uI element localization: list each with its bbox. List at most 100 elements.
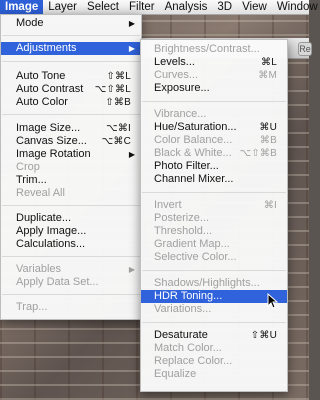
- menu-item-exposure[interactable]: Exposure...: [141, 82, 287, 95]
- menu-item-label: Photo Filter...: [154, 160, 219, 172]
- menu-item-label: Auto Color: [16, 96, 68, 108]
- menu-item-label: Crop: [16, 161, 40, 173]
- submenu-arrow-icon: ▶: [128, 265, 135, 274]
- menu-filter[interactable]: Filter: [124, 0, 160, 14]
- menu-item-desaturate[interactable]: Desaturate ⇧⌘U: [141, 329, 287, 342]
- menu-item-label: Variables: [16, 263, 62, 275]
- menu-item-label: Replace Color...: [154, 355, 233, 367]
- menu-item-match-color[interactable]: Match Color...: [141, 342, 287, 355]
- menu-item-trim[interactable]: Trim...: [1, 174, 141, 187]
- menu-item-color-balance[interactable]: Color Balance... ⌘B: [141, 134, 287, 147]
- menu-item-label: Threshold...: [154, 225, 213, 237]
- menu-view[interactable]: View: [237, 0, 272, 14]
- menu-item-hue-saturation[interactable]: Hue/Saturation... ⌘U: [141, 121, 287, 134]
- menu-item-hdr-toning[interactable]: HDR Toning...: [141, 290, 287, 303]
- menu-item-label: Calculations...: [16, 238, 86, 250]
- menu-item-reveal-all[interactable]: Reveal All: [1, 187, 141, 200]
- menu-item-label: Canvas Size...: [16, 135, 87, 147]
- menu-item-label: Trim...: [16, 174, 47, 186]
- menu-item-label: Image Size...: [16, 122, 81, 134]
- menu-item-image-size[interactable]: Image Size... ⌥⌘I: [1, 122, 141, 135]
- menu-separator: [2, 61, 140, 62]
- menu-separator: [142, 101, 286, 102]
- menu-item-label: Auto Tone: [16, 70, 66, 82]
- menu-analysis[interactable]: Analysis: [160, 0, 213, 14]
- menu-item-calculations[interactable]: Calculations...: [1, 238, 141, 251]
- mouse-pointer-icon: [267, 293, 279, 309]
- menu-item-posterize[interactable]: Posterize...: [141, 212, 287, 225]
- menu-item-crop[interactable]: Crop: [1, 161, 141, 174]
- menu-item-label: HDR Toning...: [154, 290, 223, 302]
- menu-item-apply-data-set[interactable]: Apply Data Set...: [1, 276, 141, 289]
- menu-layer[interactable]: Layer: [43, 0, 82, 14]
- menu-item-label: Auto Contrast: [16, 83, 84, 95]
- menu-item-label: Image Rotation: [16, 148, 91, 160]
- menu-item-replace-color[interactable]: Replace Color...: [141, 355, 287, 368]
- menu-item-gradient-map[interactable]: Gradient Map...: [141, 238, 287, 251]
- menu-3d[interactable]: 3D: [212, 0, 237, 14]
- image-menu: Mode ▶ Adjustments ▶ Auto Tone ⇧⌘L Auto …: [0, 14, 142, 320]
- menu-item-apply-image[interactable]: Apply Image...: [1, 225, 141, 238]
- menu-select[interactable]: Select: [82, 0, 124, 14]
- menu-item-invert[interactable]: Invert ⌘I: [141, 199, 287, 212]
- menu-item-image-rotation[interactable]: Image Rotation ▶: [1, 148, 141, 161]
- menu-item-label: Hue/Saturation...: [154, 121, 237, 133]
- shortcut-label: ⌥⌘I: [106, 123, 131, 134]
- adjustments-submenu: Brightness/Contrast... Levels... ⌘L Curv…: [140, 39, 288, 392]
- menu-item-label: Selective Color...: [154, 251, 237, 263]
- menu-item-duplicate[interactable]: Duplicate...: [1, 212, 141, 225]
- menu-item-label: Variations...: [154, 303, 212, 315]
- menu-item-threshold[interactable]: Threshold...: [141, 225, 287, 238]
- menu-separator: [142, 322, 286, 323]
- menu-item-variables[interactable]: Variables ▶: [1, 263, 141, 276]
- menu-separator: [2, 294, 140, 295]
- menu-item-curves[interactable]: Curves... ⌘M: [141, 69, 287, 82]
- menu-item-canvas-size[interactable]: Canvas Size... ⌥⌘C: [1, 135, 141, 148]
- menu-separator: [2, 114, 140, 115]
- menu-item-label: Apply Image...: [16, 225, 87, 237]
- menu-item-label: Match Color...: [154, 342, 222, 354]
- menu-item-black-white[interactable]: Black & White... ⌥⇧⌘B: [141, 147, 287, 160]
- shortcut-label: ⌘I: [263, 200, 277, 211]
- menu-item-trap[interactable]: Trap...: [1, 301, 141, 314]
- menu-item-label: Adjustments: [16, 42, 77, 54]
- menu-item-label: Curves...: [154, 69, 199, 81]
- menu-item-levels[interactable]: Levels... ⌘L: [141, 56, 287, 69]
- menu-item-auto-contrast[interactable]: Auto Contrast ⌥⇧⌘L: [1, 83, 141, 96]
- window-reset-button[interactable]: Re: [298, 42, 312, 56]
- shortcut-label: ⇧⌘L: [106, 71, 131, 82]
- menu-item-photo-filter[interactable]: Photo Filter...: [141, 160, 287, 173]
- menu-window[interactable]: Window: [272, 0, 320, 14]
- menu-separator: [142, 192, 286, 193]
- submenu-arrow-icon: ▶: [128, 19, 135, 28]
- menu-item-label: Vibrance...: [154, 108, 207, 120]
- menu-item-label: Brightness/Contrast...: [154, 43, 260, 55]
- menu-item-label: Trap...: [16, 301, 48, 313]
- menu-bar: Image Layer Select Filter Analysis 3D Vi…: [0, 0, 318, 15]
- shortcut-label: ⌥⇧⌘B: [239, 148, 277, 159]
- shortcut-label: ⇧⌘U: [250, 330, 277, 341]
- menu-item-label: Equalize: [154, 368, 197, 380]
- menu-item-label: Channel Mixer...: [154, 173, 234, 185]
- menu-item-channel-mixer[interactable]: Channel Mixer...: [141, 173, 287, 186]
- menu-item-mode[interactable]: Mode ▶: [1, 17, 141, 30]
- menu-item-label: Reveal All: [16, 187, 65, 199]
- menu-item-label: Duplicate...: [16, 212, 72, 224]
- menu-item-label: Posterize...: [154, 212, 210, 224]
- shortcut-label: ⌘B: [259, 135, 277, 146]
- menu-separator: [2, 35, 140, 36]
- menu-item-auto-tone[interactable]: Auto Tone ⇧⌘L: [1, 70, 141, 83]
- menu-item-variations[interactable]: Variations...: [141, 303, 287, 316]
- shortcut-label: ⌥⇧⌘L: [94, 84, 131, 95]
- menu-item-brightness-contrast[interactable]: Brightness/Contrast...: [141, 43, 287, 56]
- submenu-arrow-icon: ▶: [128, 44, 135, 53]
- menu-item-vibrance[interactable]: Vibrance...: [141, 108, 287, 121]
- menu-item-auto-color[interactable]: Auto Color ⇧⌘B: [1, 96, 141, 109]
- menu-item-label: Invert: [154, 199, 182, 211]
- menu-item-adjustments[interactable]: Adjustments ▶: [1, 42, 141, 55]
- menu-item-equalize[interactable]: Equalize: [141, 368, 287, 381]
- menu-separator: [142, 270, 286, 271]
- menu-item-selective-color[interactable]: Selective Color...: [141, 251, 287, 264]
- menu-image[interactable]: Image: [0, 0, 44, 14]
- menu-item-shadows-highlights[interactable]: Shadows/Highlights...: [141, 277, 287, 290]
